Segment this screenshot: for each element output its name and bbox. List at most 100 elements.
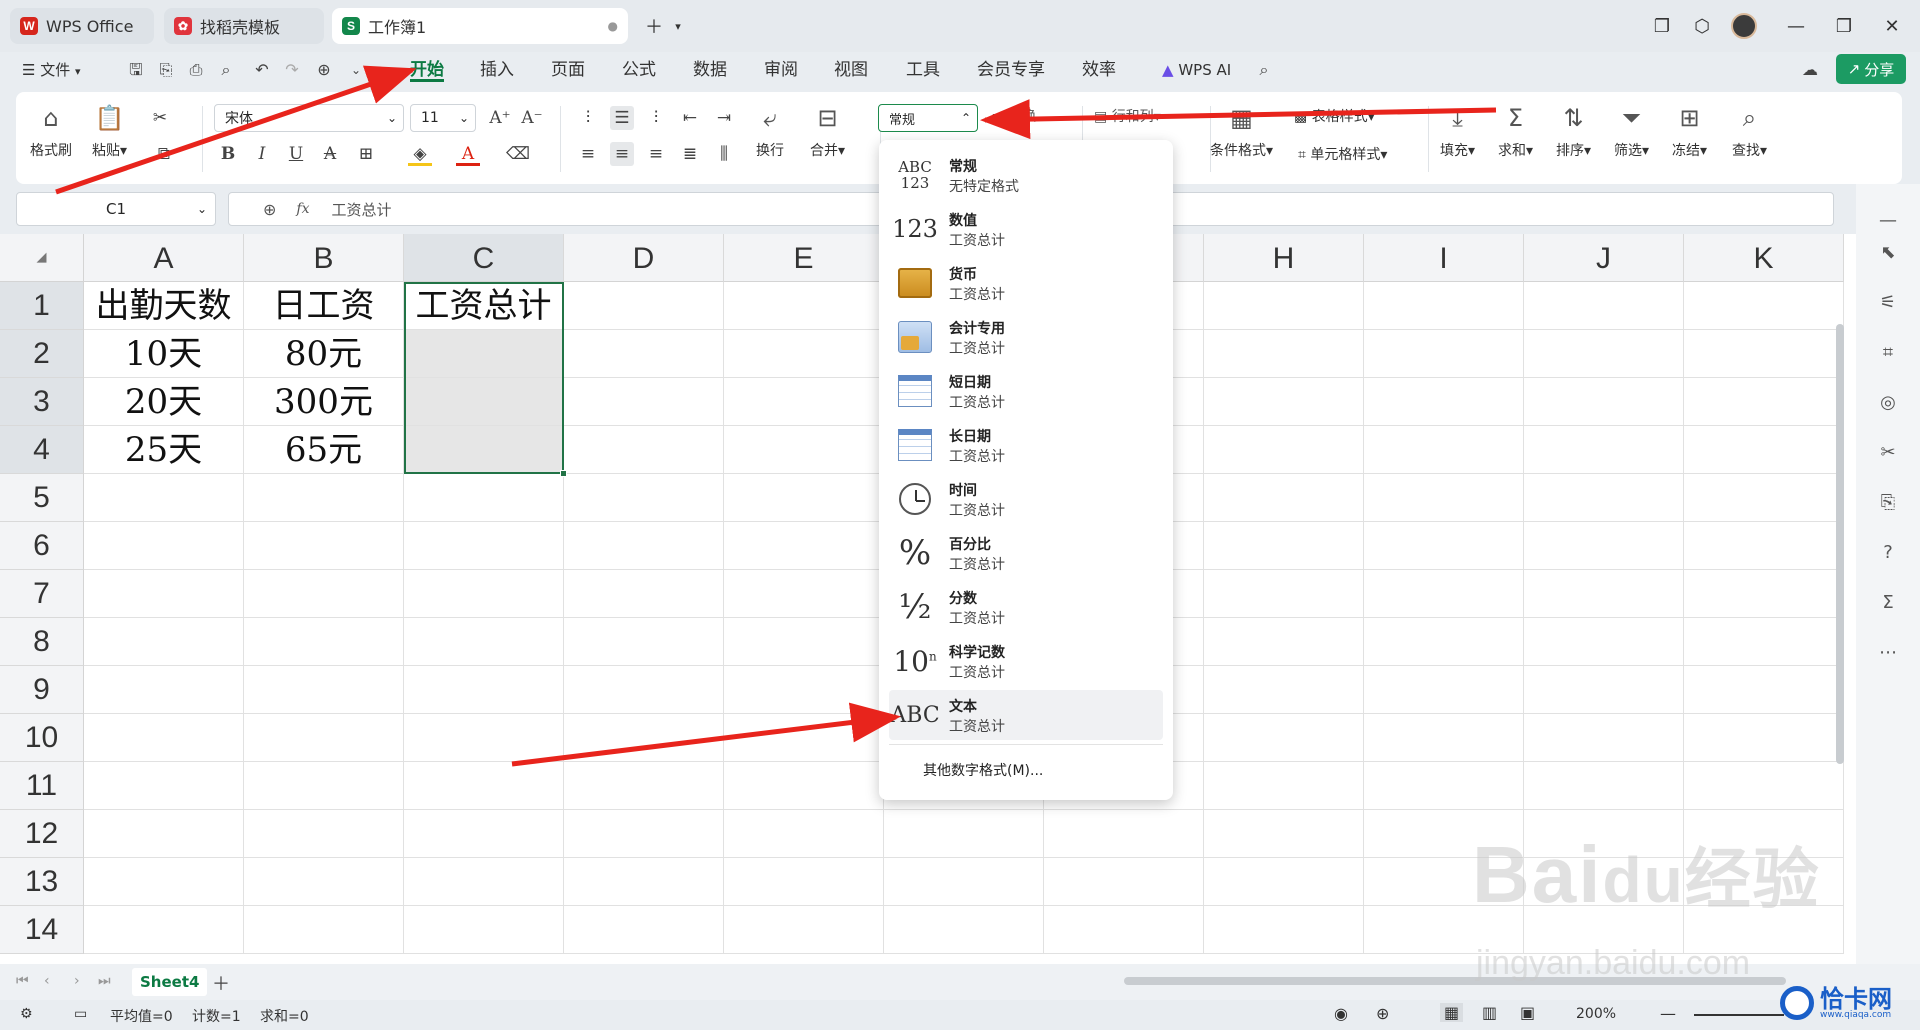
cell-k5[interactable]	[1684, 474, 1844, 522]
avatar[interactable]	[1728, 10, 1760, 42]
menu-insert[interactable]: 插入	[480, 58, 514, 82]
cell-j2[interactable]	[1524, 330, 1684, 378]
menu-formula[interactable]: 公式	[622, 58, 656, 82]
conditional-format-button[interactable]: ▦ 条件格式▾	[1210, 102, 1273, 160]
cell-i5[interactable]	[1364, 474, 1524, 522]
format-option-general[interactable]: ABC 123 常规 无特定格式	[889, 150, 1163, 200]
cell-j12[interactable]	[1524, 810, 1684, 858]
format-option-percent[interactable]: % 百分比 工资总计	[889, 528, 1163, 578]
more-icon[interactable]: ⋯	[1876, 642, 1900, 666]
row-header-5[interactable]: 5	[0, 474, 84, 522]
cell-c6[interactable]	[404, 522, 564, 570]
row-header-4[interactable]: 4	[0, 426, 84, 474]
cell-e3[interactable]	[724, 378, 884, 426]
cell-a1[interactable]: 出勤天数	[84, 282, 244, 330]
new-doc-icon[interactable]: ⊕	[314, 60, 334, 80]
cell-j8[interactable]	[1524, 618, 1684, 666]
freeze-button[interactable]: ⊞ 冻结▾	[1672, 102, 1707, 160]
help-icon[interactable]: ?	[1876, 542, 1900, 566]
sort-button[interactable]: ⇅ 排序▾	[1556, 102, 1591, 160]
column-header-a[interactable]: A	[84, 234, 244, 282]
cell-a3[interactable]: 20天	[84, 378, 244, 426]
strikethrough-icon[interactable]: A	[318, 142, 342, 166]
cell-a8[interactable]	[84, 618, 244, 666]
cell-a14[interactable]	[84, 906, 244, 954]
sheet-nav-next-icon[interactable]: ›	[74, 973, 80, 989]
indent-decrease-icon[interactable]: ⇤	[678, 106, 702, 130]
search-icon[interactable]: ⌕	[1254, 60, 1274, 80]
cell-i3[interactable]	[1364, 378, 1524, 426]
cell-c11[interactable]	[404, 762, 564, 810]
format-option-number[interactable]: 123 数值 工资总计	[889, 204, 1163, 254]
cell-i8[interactable]	[1364, 618, 1524, 666]
cell-a6[interactable]	[84, 522, 244, 570]
cell-d1[interactable]	[564, 282, 724, 330]
cell-d10[interactable]	[564, 714, 724, 762]
reading-view-icon[interactable]: ▣	[1520, 1003, 1535, 1022]
row-col-button[interactable]: ▤ 行和列▾	[1094, 106, 1161, 126]
collapse-icon[interactable]: —	[1876, 210, 1900, 234]
cell-h14[interactable]	[1204, 906, 1364, 954]
add-sheet-icon[interactable]: ＋	[212, 970, 230, 996]
cell-j6[interactable]	[1524, 522, 1684, 570]
cell-g12[interactable]	[1044, 810, 1204, 858]
column-header-h[interactable]: H	[1204, 234, 1364, 282]
font-shrink-icon[interactable]: A⁻	[520, 106, 544, 130]
zoom-out-icon[interactable]: —	[1660, 1004, 1676, 1023]
sheet-nav-first-icon[interactable]: ⏮	[16, 973, 29, 989]
sheet-view-icon[interactable]: ▭	[74, 1006, 87, 1022]
bold-icon[interactable]: B	[216, 142, 240, 166]
wrap-text-button[interactable]: ⤶ 换行	[754, 102, 786, 160]
cursor-select-icon[interactable]: ⬉	[1876, 242, 1900, 266]
sheet-nav-last-icon[interactable]: ⏭	[98, 973, 111, 989]
cell-i2[interactable]	[1364, 330, 1524, 378]
column-header-c[interactable]: C	[404, 234, 564, 282]
paste-button[interactable]: 📋 粘贴▾	[92, 102, 127, 160]
row-header-14[interactable]: 14	[0, 906, 84, 954]
cell-e2[interactable]	[724, 330, 884, 378]
cell-b11[interactable]	[244, 762, 404, 810]
tab-wps-office[interactable]: W WPS Office	[10, 8, 154, 44]
cell-d3[interactable]	[564, 378, 724, 426]
cell-j1[interactable]	[1524, 282, 1684, 330]
cell-i4[interactable]	[1364, 426, 1524, 474]
font-grow-icon[interactable]: A⁺	[488, 106, 512, 130]
border-icon[interactable]: ⊞	[354, 142, 378, 166]
cell-h9[interactable]	[1204, 666, 1364, 714]
cell-i10[interactable]	[1364, 714, 1524, 762]
cell-b12[interactable]	[244, 810, 404, 858]
align-center-icon[interactable]: ≡	[610, 142, 634, 166]
align-top-icon[interactable]: ⫶	[576, 106, 600, 130]
format-option-scientific[interactable]: 10n 科学记数 工资总计	[889, 636, 1163, 686]
menu-page[interactable]: 页面	[551, 58, 585, 82]
table-style-button[interactable]: ▩ 表格样式▾	[1294, 106, 1375, 126]
row-header-9[interactable]: 9	[0, 666, 84, 714]
font-name-select[interactable]: 宋体 ⌄	[214, 104, 404, 132]
row-header-3[interactable]: 3	[0, 378, 84, 426]
convert-button[interactable]: ⇄ 转换	[992, 106, 1036, 126]
cube-icon[interactable]: ⬡	[1686, 10, 1718, 42]
font-color-icon[interactable]: A	[456, 142, 480, 166]
cell-b13[interactable]	[244, 858, 404, 906]
print-icon[interactable]: ⎙	[186, 60, 206, 80]
sheet-tab[interactable]: Sheet4	[132, 968, 208, 996]
row-header-13[interactable]: 13	[0, 858, 84, 906]
undo-icon[interactable]: ↶	[252, 60, 272, 80]
merge-button[interactable]: ⊟ 合并▾	[810, 102, 845, 160]
menu-efficiency[interactable]: 效率	[1082, 58, 1116, 82]
format-option-time[interactable]: 时间 工资总计	[889, 474, 1163, 524]
more-number-formats[interactable]: 其他数字格式(M)...	[923, 760, 1043, 780]
row-header-8[interactable]: 8	[0, 618, 84, 666]
tab-workbook[interactable]: S 工作簿1 ●	[332, 8, 628, 44]
cell-d4[interactable]	[564, 426, 724, 474]
cell-h1[interactable]	[1204, 282, 1364, 330]
cell-i7[interactable]	[1364, 570, 1524, 618]
cell-h12[interactable]	[1204, 810, 1364, 858]
page-layout-icon[interactable]: ⊕	[1376, 1004, 1389, 1023]
cell-e12[interactable]	[724, 810, 884, 858]
scissors-icon[interactable]: ✂	[148, 106, 172, 130]
cell-g14[interactable]	[1044, 906, 1204, 954]
cell-e5[interactable]	[724, 474, 884, 522]
cell-e8[interactable]	[724, 618, 884, 666]
fill-color-icon[interactable]: ◈	[408, 142, 432, 166]
